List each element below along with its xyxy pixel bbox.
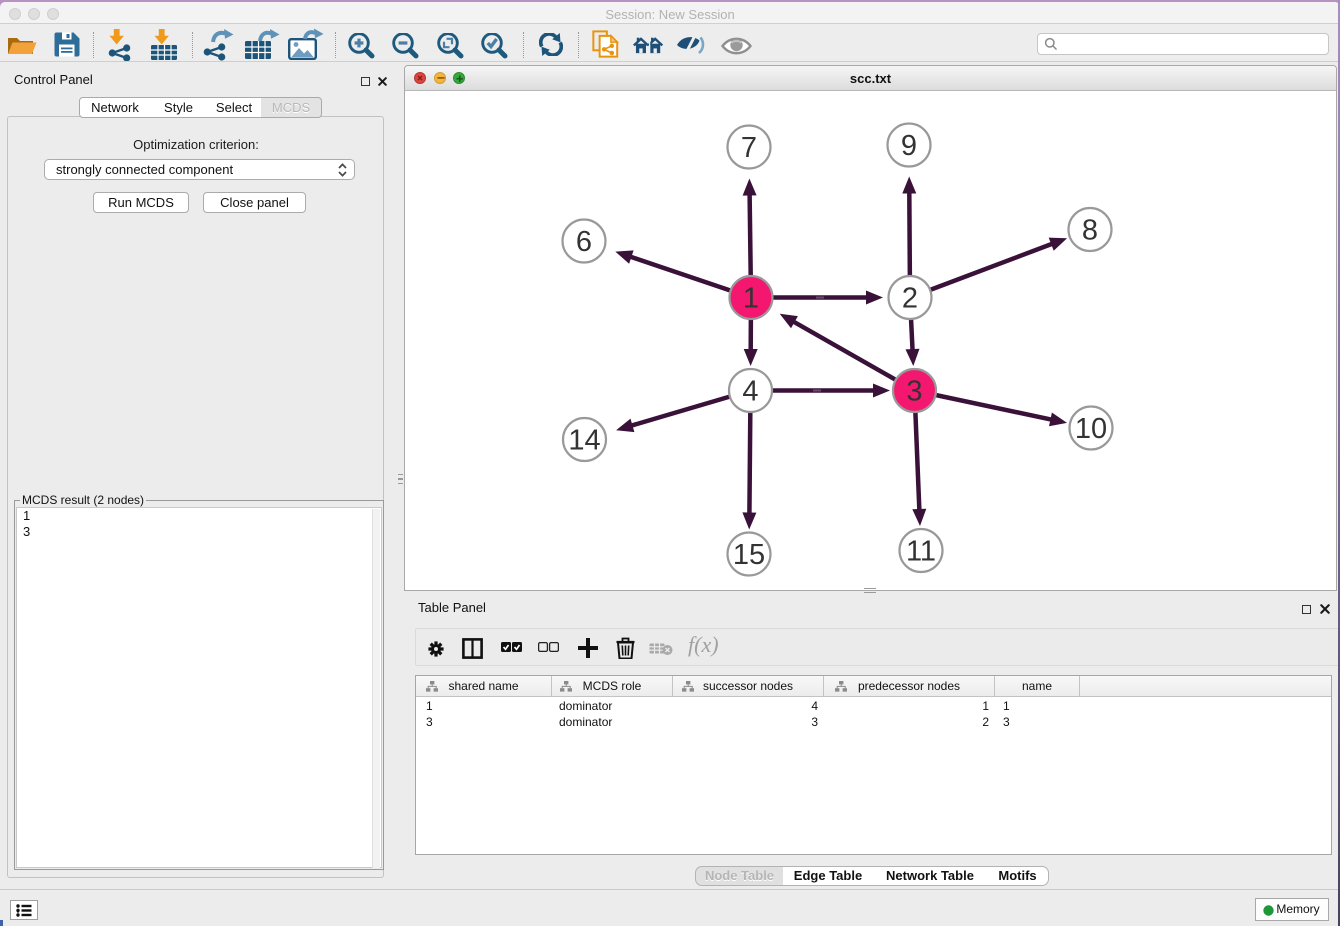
svg-text:3: 3 bbox=[906, 376, 922, 408]
svg-text:4: 4 bbox=[742, 376, 758, 408]
svg-text:14: 14 bbox=[568, 425, 600, 457]
svg-text:8: 8 bbox=[1082, 215, 1098, 247]
svg-text:6: 6 bbox=[576, 226, 592, 258]
svg-text:2: 2 bbox=[902, 283, 918, 315]
svg-text:15: 15 bbox=[733, 539, 765, 571]
svg-text:9: 9 bbox=[901, 130, 917, 162]
svg-text:7: 7 bbox=[741, 132, 757, 164]
svg-text:10: 10 bbox=[1075, 413, 1107, 445]
svg-text:11: 11 bbox=[906, 536, 936, 568]
svg-text:1: 1 bbox=[743, 283, 759, 315]
